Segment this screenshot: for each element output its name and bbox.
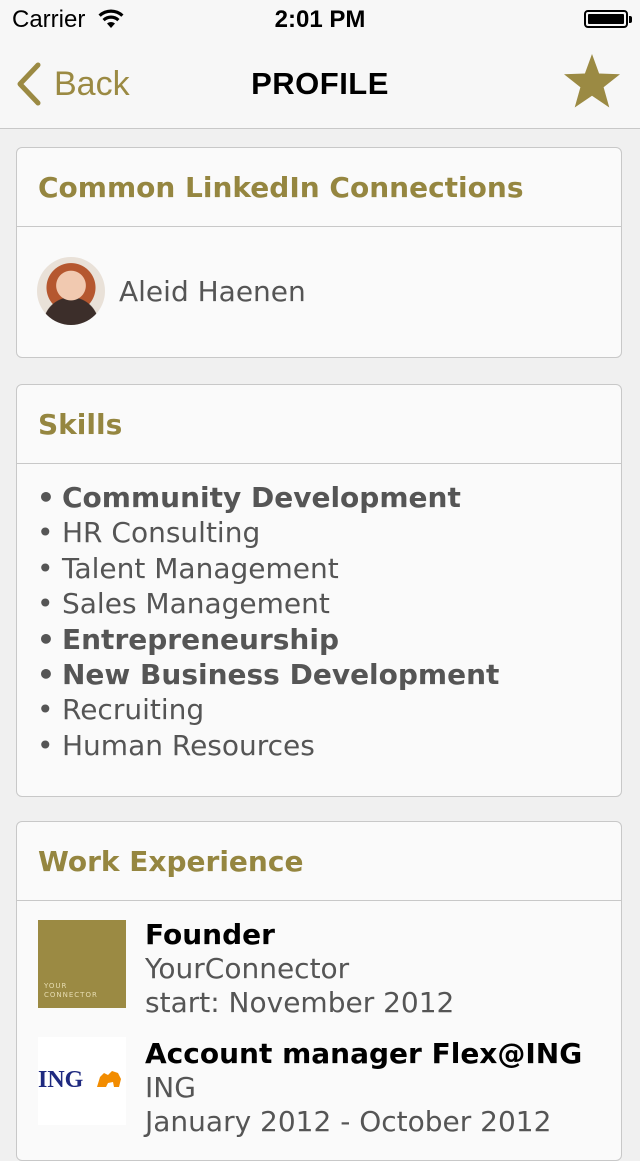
ing-logo: ING xyxy=(38,1037,126,1125)
lion-icon xyxy=(97,1071,121,1087)
skills-title: Skills xyxy=(38,407,123,441)
job-item[interactable]: YOUR CONNECTOR Founder YourConnector star… xyxy=(17,918,621,1038)
job-company: ING xyxy=(145,1071,196,1104)
experience-title: Work Experience xyxy=(38,844,304,878)
skill-item: Sales Management xyxy=(37,586,621,621)
job-company: YourConnector xyxy=(145,952,350,985)
skill-item: Human Resources xyxy=(37,728,621,763)
experience-card: Work Experience YOUR CONNECTOR Founder Yo… xyxy=(16,821,622,1161)
connection-name: Aleid Haenen xyxy=(119,274,306,308)
skills-header: Skills xyxy=(17,385,621,464)
job-item[interactable]: ING Account manager Flex@ING ING January… xyxy=(17,1037,621,1157)
connections-card: Common LinkedIn Connections Aleid Haenen xyxy=(16,147,622,358)
skills-list: Community Development HR Consulting Tale… xyxy=(17,464,621,763)
clock: 2:01 PM xyxy=(274,6,366,33)
job-title: Account manager Flex@ING xyxy=(145,1037,583,1070)
skill-item: HR Consulting xyxy=(37,515,621,550)
avatar xyxy=(37,257,105,325)
connections-header: Common LinkedIn Connections xyxy=(17,148,621,227)
navigation-bar: Back PROFILE xyxy=(0,40,640,129)
skill-item: New Business Development xyxy=(37,657,621,692)
yourconnector-logo: YOUR CONNECTOR xyxy=(38,920,126,1008)
skill-item: Entrepreneurship xyxy=(37,622,621,657)
skill-item: Recruiting xyxy=(37,692,621,727)
job-dates: January 2012 - October 2012 xyxy=(145,1105,552,1138)
job-title: Founder xyxy=(145,918,275,951)
battery-icon xyxy=(584,10,632,28)
skill-item: Talent Management xyxy=(37,551,621,586)
experience-header: Work Experience xyxy=(17,822,621,901)
favorite-star-icon[interactable] xyxy=(562,52,622,112)
skill-item: Community Development xyxy=(37,480,621,515)
job-dates: start: November 2012 xyxy=(145,986,455,1019)
status-bar: Carrier 2:01 PM xyxy=(0,0,640,40)
skills-card: Skills Community Development HR Consulti… xyxy=(16,384,622,797)
page-title: PROFILE xyxy=(251,66,389,101)
connection-item[interactable]: Aleid Haenen xyxy=(17,227,621,325)
connections-title: Common LinkedIn Connections xyxy=(38,170,524,204)
